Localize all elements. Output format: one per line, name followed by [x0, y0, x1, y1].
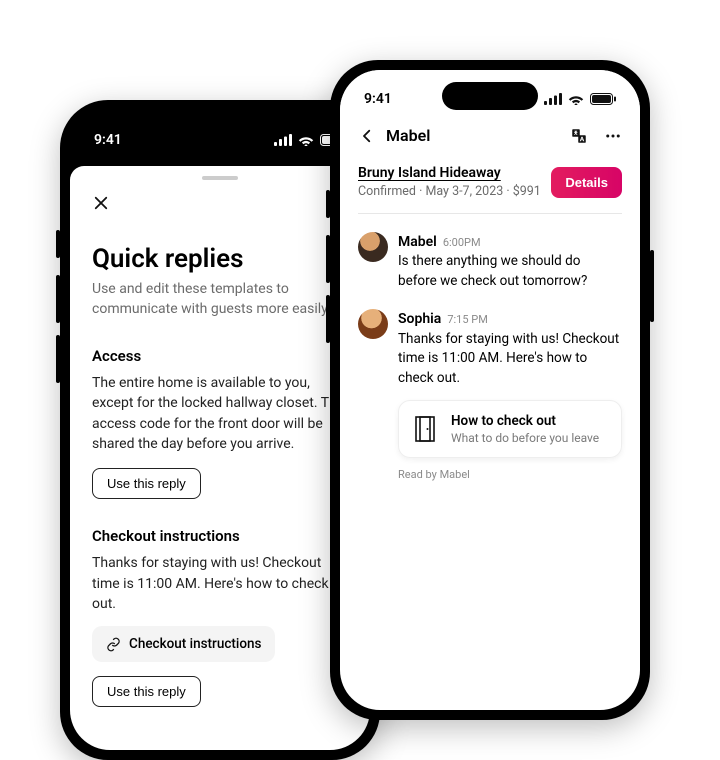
- card-title: How to check out: [451, 413, 599, 429]
- status-time: 9:41: [364, 91, 392, 107]
- back-icon[interactable]: [358, 127, 376, 145]
- read-receipt: Read by Mabel: [398, 468, 622, 481]
- phone-side-button: [56, 275, 60, 323]
- listing-subtitle: Confirmed · May 3-7, 2023 · $991: [358, 184, 541, 199]
- door-icon: [413, 415, 437, 443]
- thread-contact-name: Mabel: [386, 126, 430, 145]
- quick-replies-subtitle: Use and edit these templates to communic…: [92, 280, 348, 319]
- phone-side-button: [650, 250, 654, 322]
- status-time: 9:41: [94, 132, 122, 148]
- use-reply-button[interactable]: Use this reply: [92, 676, 201, 707]
- phone-side-button: [326, 295, 330, 343]
- card-subtitle: What to do before you leave: [451, 431, 599, 445]
- close-button[interactable]: [92, 197, 110, 216]
- more-icon[interactable]: [604, 127, 622, 145]
- section-body-checkout: Thanks for staying with us! Checkout tim…: [92, 553, 348, 614]
- message-time: 6:00PM: [443, 235, 481, 251]
- section-heading-checkout: Checkout instructions: [92, 527, 348, 545]
- phone-message-thread: 9:41: [330, 60, 650, 720]
- message-text: Is there anything we should do before we…: [398, 252, 622, 291]
- avatar[interactable]: [358, 309, 388, 339]
- status-bar: 9:41: [70, 110, 370, 166]
- phone-side-button: [326, 235, 330, 283]
- message-sender: Sophia: [398, 309, 441, 329]
- status-icons: [544, 93, 616, 105]
- wifi-icon: [298, 134, 314, 146]
- section-heading-access: Access: [92, 347, 348, 365]
- chip-label: Checkout instructions: [129, 636, 261, 652]
- link-icon: [106, 637, 121, 652]
- message-sender: Mabel: [398, 232, 437, 252]
- phone-side-button: [326, 190, 330, 218]
- battery-icon: [590, 93, 616, 105]
- cellular-icon: [544, 93, 562, 105]
- message-time: 7:15 PM: [447, 312, 487, 328]
- details-button[interactable]: Details: [551, 167, 622, 198]
- section-body-access: The entire home is available to you, exc…: [92, 373, 348, 454]
- checkout-instructions-chip[interactable]: Checkout instructions: [92, 626, 275, 662]
- wifi-icon: [568, 93, 584, 105]
- message-row: Sophia 7:15 PM Thanks for staying with u…: [358, 309, 622, 388]
- message-row: Mabel 6:00PM Is there anything we should…: [358, 232, 622, 291]
- listing-title[interactable]: Bruny Island Hideaway: [358, 165, 541, 181]
- avatar[interactable]: [358, 232, 388, 262]
- message-text: Thanks for staying with us! Checkout tim…: [398, 330, 622, 389]
- quick-replies-title: Quick replies: [92, 244, 348, 274]
- use-reply-button[interactable]: Use this reply: [92, 468, 201, 499]
- checkout-card[interactable]: How to check out What to do before you l…: [398, 400, 622, 458]
- phone-side-button: [56, 335, 60, 383]
- phone-side-button: [56, 230, 60, 258]
- translate-icon[interactable]: [570, 127, 588, 145]
- cellular-icon: [274, 134, 292, 146]
- dynamic-island: [442, 82, 538, 110]
